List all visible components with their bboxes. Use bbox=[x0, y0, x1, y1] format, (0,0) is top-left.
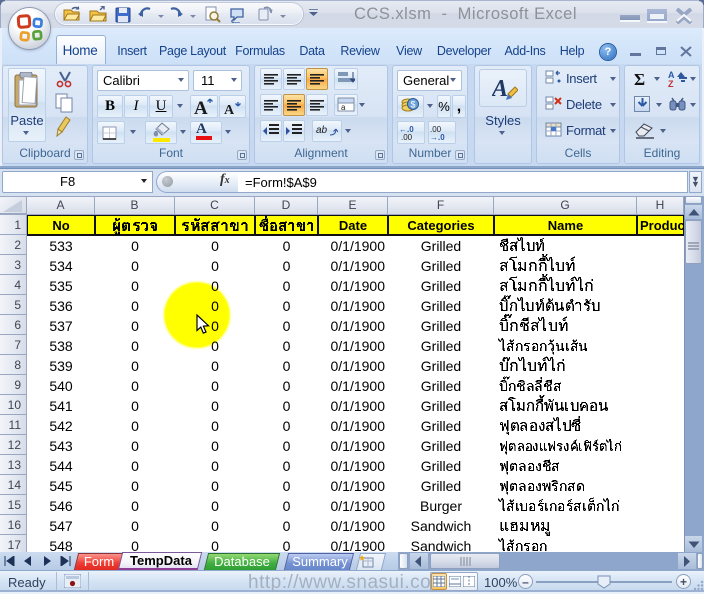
svg-text:.00: .00 bbox=[401, 133, 413, 141]
svg-text:A: A bbox=[194, 98, 208, 116]
svg-text:Z: Z bbox=[668, 79, 674, 88]
svg-text:→.0: →.0 bbox=[430, 133, 445, 141]
svg-text:$: $ bbox=[411, 100, 416, 110]
svg-text:A: A bbox=[224, 103, 235, 116]
svg-text:a: a bbox=[341, 103, 346, 112]
svg-text:A: A bbox=[492, 76, 508, 102]
svg-text:ab: ab bbox=[316, 125, 328, 136]
